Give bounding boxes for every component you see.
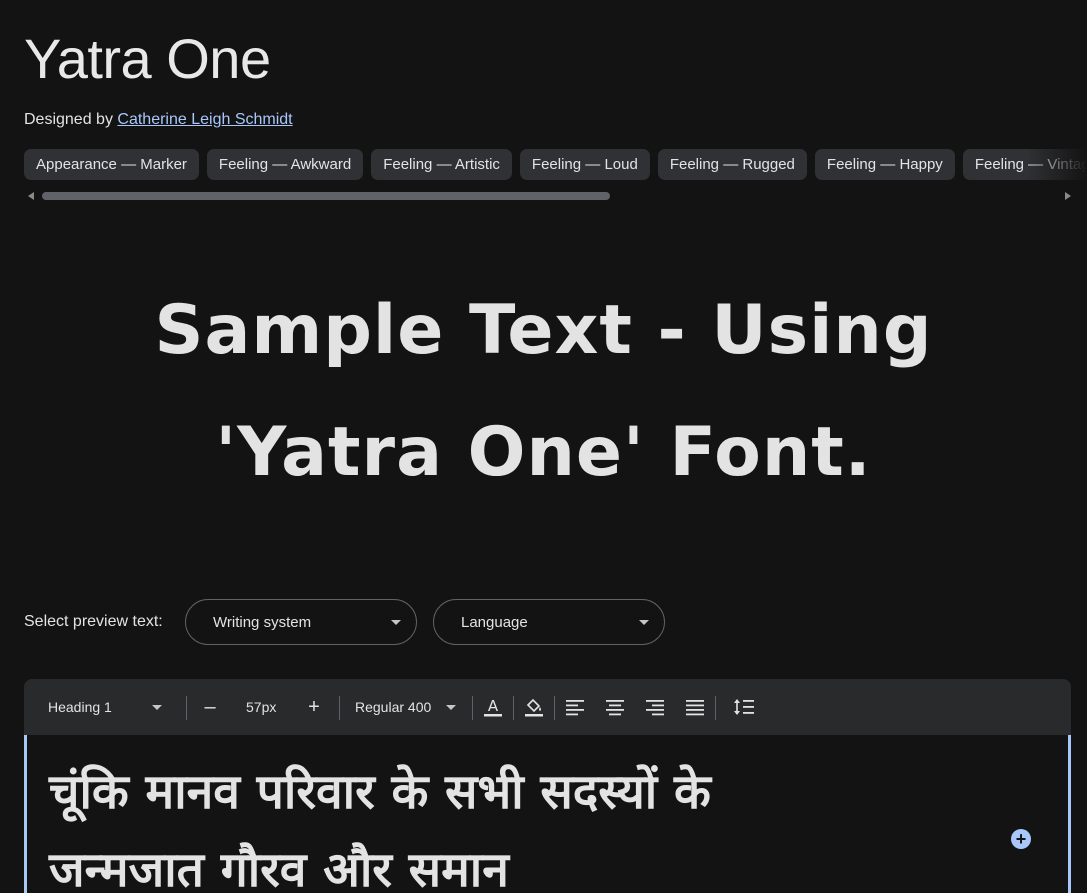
svg-text:A: A	[488, 697, 499, 715]
tag-chip[interactable]: Feeling — Loud	[519, 149, 650, 180]
tag-chip[interactable]: Feeling — Happy	[814, 149, 955, 180]
tag-scrollbar[interactable]	[24, 190, 1071, 202]
align-right-icon[interactable]	[643, 695, 667, 719]
sample-line-2: 'Yatra One' Font.	[215, 413, 872, 492]
tag-chip[interactable]: Feeling — Artistic	[371, 149, 512, 180]
editor-line-1: चूंकि मानव परिवार के सभी सदस्यों के	[49, 764, 711, 820]
style-dropdown[interactable]: Heading 1	[48, 679, 168, 735]
font-size-value[interactable]: 57px	[246, 679, 276, 735]
align-justify-icon[interactable]	[683, 695, 707, 719]
page: Yatra One Designed by Catherine Leigh Sc…	[0, 0, 1087, 893]
font-title: Yatra One	[24, 27, 271, 90]
tag-list: Appearance — Marker Feeling — Awkward Feel…	[24, 149, 1087, 182]
text-color-icon[interactable]: A	[481, 695, 505, 719]
designer-line: Designed by Catherine Leigh Schmidt	[24, 111, 293, 129]
background-color-icon[interactable]	[522, 695, 546, 719]
toolbar-divider	[339, 696, 340, 720]
designer-prefix: Designed by	[24, 111, 113, 128]
editor-text-area[interactable]: चूंकि मानव परिवार के सभी सदस्यों के जन्म…	[24, 735, 1071, 893]
writing-system-value: Writing system	[213, 614, 312, 631]
writing-system-select[interactable]: Writing system	[185, 599, 417, 645]
chevron-down-icon	[391, 620, 401, 625]
decrease-size-button[interactable]: –	[198, 695, 222, 719]
preview-label: Select preview text:	[24, 613, 163, 630]
preview-editor: Heading 1 – 57px + Regular 400 A चूंकि म…	[24, 679, 1071, 893]
increase-size-button[interactable]: +	[302, 695, 326, 719]
scroll-right-arrow-icon[interactable]	[1065, 192, 1071, 200]
tag-chip[interactable]: Feeling — Vintage	[962, 149, 1087, 180]
chevron-down-icon	[152, 705, 162, 710]
sample-line-1: Sample Text - Using	[154, 291, 933, 370]
scroll-thumb[interactable]	[42, 192, 610, 200]
style-value: Heading 1	[48, 699, 112, 715]
toolbar-divider	[472, 696, 473, 720]
language-value: Language	[461, 614, 528, 631]
scroll-left-arrow-icon[interactable]	[28, 192, 34, 200]
chevron-down-icon	[639, 620, 649, 625]
editor-line-2: जन्मजात गौरव और समान	[49, 842, 509, 893]
weight-value: Regular 400	[355, 699, 432, 715]
tag-chip[interactable]: Feeling — Awkward	[206, 149, 364, 180]
chevron-down-icon	[446, 705, 456, 710]
add-icon[interactable]: +	[1011, 829, 1031, 849]
align-center-icon[interactable]	[603, 695, 627, 719]
language-select[interactable]: Language	[433, 599, 665, 645]
editor-toolbar: Heading 1 – 57px + Regular 400 A	[24, 679, 1071, 735]
tag-chip[interactable]: Feeling — Rugged	[657, 149, 807, 180]
toolbar-divider	[186, 696, 187, 720]
toolbar-divider	[715, 696, 716, 720]
line-height-icon[interactable]	[732, 695, 756, 719]
sample-text: Sample Text - Using 'Yatra One' Font.	[80, 270, 1007, 514]
align-left-icon[interactable]	[563, 695, 587, 719]
toolbar-divider	[513, 696, 514, 720]
weight-dropdown[interactable]: Regular 400	[355, 679, 465, 735]
editor-text[interactable]: चूंकि मानव परिवार के सभी सदस्यों के जन्म…	[49, 753, 949, 893]
tag-chip[interactable]: Appearance — Marker	[24, 149, 199, 180]
designer-link[interactable]: Catherine Leigh Schmidt	[117, 111, 292, 128]
toolbar-divider	[554, 696, 555, 720]
